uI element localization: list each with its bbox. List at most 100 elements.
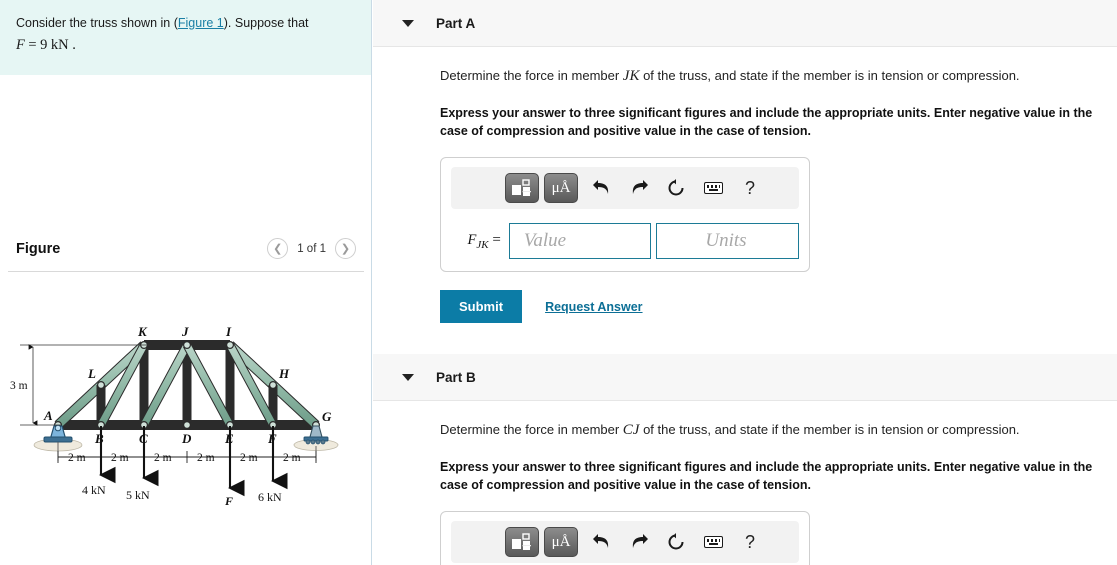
joint-label-J: J xyxy=(181,324,189,339)
part-a-question-pre: Determine the force in member xyxy=(440,68,623,83)
page-root: Consider the truss shown in (Figure 1). … xyxy=(0,0,1117,565)
part-b-member: CJ xyxy=(622,422,640,438)
part-a-toolbar: μÅ ? xyxy=(451,167,799,209)
given-symbol: F xyxy=(16,37,25,54)
part-b-section: Part B Determine the force in member CJ … xyxy=(373,354,1117,565)
math-template-icon-b[interactable] xyxy=(505,527,539,557)
request-answer-link[interactable]: Request Answer xyxy=(545,300,642,314)
span-dimension-line xyxy=(57,451,317,463)
part-a-question: Determine the force in member JK of the … xyxy=(440,47,1117,88)
part-a-section: Part A Determine the force in member JK … xyxy=(373,0,1117,323)
part-a-answer-subscript: JK xyxy=(476,238,489,251)
joint-label-A: A xyxy=(43,408,53,423)
chevron-left-icon[interactable]: ❮ xyxy=(267,238,289,259)
undo-glyph-b xyxy=(593,534,609,548)
joint-label-D: D xyxy=(181,431,192,446)
units-button[interactable]: μÅ xyxy=(544,173,578,203)
part-a-units-placeholder: Units xyxy=(705,230,747,251)
reset-icon-b[interactable] xyxy=(660,527,692,557)
part-b-question-post: of the truss, and state if the member is… xyxy=(639,422,1020,437)
help-icon[interactable]: ? xyxy=(734,173,766,203)
undo-glyph xyxy=(593,180,609,194)
part-a-member: JK xyxy=(622,68,640,84)
span-label-5: 2 m xyxy=(240,452,258,464)
problem-statement: Consider the truss shown in (Figure 1). … xyxy=(0,0,371,75)
keyboard-icon[interactable] xyxy=(697,173,729,203)
part-a-answer-label: FJK = xyxy=(451,232,509,251)
given-units: kN . xyxy=(50,37,76,54)
math-template-glyph-b xyxy=(512,532,531,550)
load-label-E: F xyxy=(224,494,233,508)
problem-text-before: Consider the truss shown in ( xyxy=(16,16,178,30)
load-label-B: 4 kN xyxy=(82,483,106,497)
joint-label-L: L xyxy=(87,366,96,381)
help-icon-b[interactable]: ? xyxy=(734,527,766,557)
part-a-title: Part A xyxy=(436,15,476,31)
problem-text: Consider the truss shown in (Figure 1). … xyxy=(16,14,355,57)
part-a-instruction: Express your answer to three significant… xyxy=(440,105,1093,139)
part-b-toolbar: μÅ ? xyxy=(451,521,799,563)
height-dim-label: 3 m xyxy=(10,380,28,392)
span-label-6: 2 m xyxy=(283,452,301,464)
reset-glyph xyxy=(668,179,684,196)
chevron-down-icon[interactable] xyxy=(402,19,414,27)
undo-icon-b[interactable] xyxy=(586,527,618,557)
part-a-units-input[interactable]: Units xyxy=(656,223,799,259)
truss-diagram-svg: A B C D E F G L K J I H 3 m 2 m 2 m 2 m … xyxy=(10,324,339,508)
given-value: F = 9 kN . xyxy=(16,34,355,56)
load-label-C: 5 kN xyxy=(126,488,150,502)
figure-divider xyxy=(8,271,364,272)
submit-button[interactable]: Submit xyxy=(440,290,523,323)
part-a-submit-row: Submit Request Answer xyxy=(440,290,1117,323)
chevron-down-icon-b[interactable] xyxy=(402,373,414,381)
given-equals: = 9 xyxy=(28,37,48,54)
redo-glyph xyxy=(632,180,648,194)
part-a-answer-row: FJK = Value Units xyxy=(451,223,799,259)
part-b-instruction: Express your answer to three significant… xyxy=(440,459,1093,493)
load-label-F: 6 kN xyxy=(258,490,282,504)
part-b-answer-box: μÅ ? xyxy=(440,511,810,565)
part-a-question-post: of the truss, and state if the member is… xyxy=(639,68,1020,83)
span-label-3: 2 m xyxy=(154,452,172,464)
redo-icon[interactable] xyxy=(623,173,655,203)
problem-text-after: ). Suppose that xyxy=(223,16,309,30)
figure-counter: 1 of 1 xyxy=(297,242,326,255)
joint-label-I: I xyxy=(225,324,232,339)
figure-1-link[interactable]: Figure 1 xyxy=(178,16,224,30)
figure-header: Figure ❮ 1 of 1 ❯ xyxy=(0,238,372,259)
joint-label-K: K xyxy=(137,324,148,339)
figure-panel-title: Figure xyxy=(16,240,61,257)
truss-members xyxy=(54,340,320,430)
part-b-header[interactable]: Part B xyxy=(373,354,1117,401)
redo-icon-b[interactable] xyxy=(623,527,655,557)
reset-icon[interactable] xyxy=(660,173,692,203)
span-label-4: 2 m xyxy=(197,452,215,464)
truss-figure: A B C D E F G L K J I H 3 m 2 m 2 m 2 m … xyxy=(0,285,372,510)
part-b-body: Determine the force in member CJ of the … xyxy=(373,401,1117,565)
part-a-answer-equals: = xyxy=(492,231,501,248)
part-b-title: Part B xyxy=(436,369,476,385)
math-template-glyph xyxy=(512,178,531,196)
right-panel: Part A Determine the force in member JK … xyxy=(373,0,1117,565)
part-a-header[interactable]: Part A xyxy=(373,0,1117,47)
part-a-value-input[interactable]: Value xyxy=(508,223,652,259)
part-a-value-placeholder: Value xyxy=(523,230,567,251)
keyboard-icon-b[interactable] xyxy=(697,527,729,557)
joint-label-G: G xyxy=(322,409,332,424)
left-panel: Consider the truss shown in (Figure 1). … xyxy=(0,0,372,565)
figure-nav: ❮ 1 of 1 ❯ xyxy=(267,238,356,259)
span-dimension-labels: 2 m 2 m 2 m 2 m 2 m 2 m xyxy=(68,452,301,464)
span-label-1: 2 m xyxy=(68,452,86,464)
math-template-icon[interactable] xyxy=(505,173,539,203)
part-a-answer-box: μÅ ? FJK = Value Units xyxy=(440,157,810,272)
undo-icon[interactable] xyxy=(586,173,618,203)
chevron-right-icon[interactable]: ❯ xyxy=(335,238,356,259)
units-button-b[interactable]: μÅ xyxy=(544,527,578,557)
part-b-question: Determine the force in member CJ of the … xyxy=(440,401,1117,442)
part-b-question-pre: Determine the force in member xyxy=(440,422,623,437)
span-label-2: 2 m xyxy=(111,452,129,464)
reset-glyph-b xyxy=(668,533,684,550)
part-a-body: Determine the force in member JK of the … xyxy=(373,47,1117,323)
joint-label-H: H xyxy=(278,366,290,381)
